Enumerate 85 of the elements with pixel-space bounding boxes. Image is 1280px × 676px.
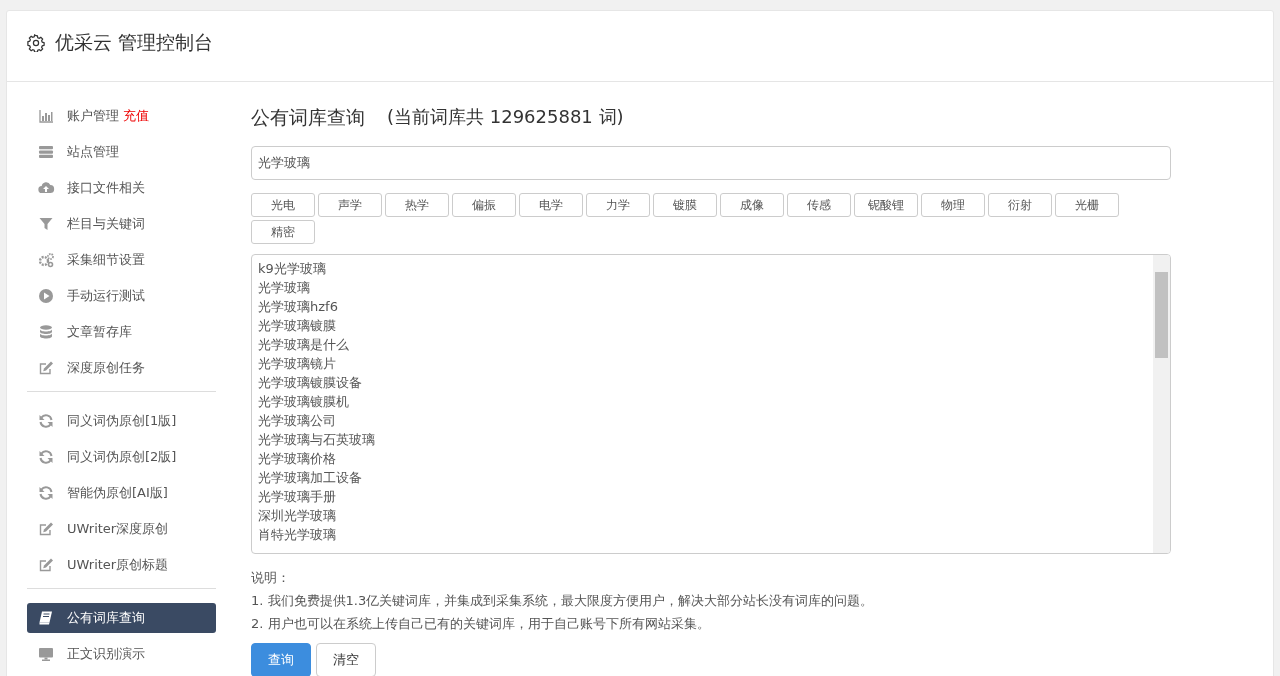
keyword-item: 光学玻璃与石英玻璃 [258,431,376,449]
category-tag[interactable]: 力学 [586,193,650,217]
monitor-icon [37,646,55,662]
edit-icon [37,557,55,573]
console-title: 优采云 管理控制台 [55,30,214,55]
sidebar-item[interactable]: 文章暂存库 [27,317,216,347]
refresh-icon [37,413,55,429]
sidebar-item[interactable]: 深度原创任务 [27,353,216,383]
sidebar-item[interactable]: UWriter原创标题 [27,550,216,580]
sidebar-label: 账户管理 [67,107,119,125]
category-tag[interactable]: 电学 [519,193,583,217]
recharge-link[interactable]: 充值 [123,107,149,125]
sidebar-item[interactable]: 站点管理 [27,137,216,167]
keyword-item: k9光学玻璃 [258,260,327,278]
keyword-item: 光学玻璃镀膜机 [258,393,350,411]
sidebar-item[interactable]: 手动运行测试 [27,281,216,311]
server-icon [37,144,55,160]
cloud-upload-icon [37,180,55,196]
sidebar-item[interactable]: 栏目与关键词 [27,209,216,239]
sidebar-label: 采集细节设置 [67,251,145,269]
note-text: 说明： [251,569,291,587]
category-tag[interactable]: 成像 [720,193,784,217]
category-tag[interactable]: 铌酸锂 [854,193,918,217]
scrollbar[interactable] [1153,255,1170,553]
word-count-text: (当前词库共 129625881 词) [387,105,624,129]
refresh-icon [37,485,55,501]
note-text: 1. 我们免费提供1.3亿关键词库，并集成到采集系统，最大限度方便用户，解决大部分站长没有词库的问题。 [251,592,875,610]
sidebar-item[interactable]: 账户管理 充值 [27,101,216,131]
edit-icon [37,360,55,376]
search-field[interactable]: 光学玻璃 [251,146,1171,180]
sidebar-item[interactable]: 采集细节设置 [27,245,216,275]
keyword-item: 肖特光学玻璃 [258,526,337,544]
edit-icon [37,521,55,537]
keyword-item: 光学玻璃镜片 [258,355,337,373]
category-tag[interactable]: 精密 [251,220,315,244]
keyword-item: 光学玻璃hzf6 [258,298,339,316]
sidebar-item[interactable]: 智能伪原创[AI版] [27,478,216,508]
keyword-item: 光学玻璃公司 [258,412,337,430]
keyword-item: 光学玻璃镀膜设备 [258,374,363,392]
sidebar-label: 站点管理 [67,143,119,161]
page-title: 公有词库查询 [251,105,365,130]
bar-chart-icon [37,108,55,124]
keyword-item: 光学玻璃镀膜 [258,317,337,335]
book-icon [37,610,55,626]
sidebar-item[interactable]: 接口文件相关 [27,173,216,203]
category-tag[interactable]: 光电 [251,193,315,217]
sidebar-item[interactable]: 公有词库查询 [27,603,216,633]
category-tag[interactable]: 镀膜 [653,193,717,217]
sidebar-label: 智能伪原创[AI版] [67,484,168,502]
sidebar-label: 栏目与关键词 [67,215,145,233]
category-tag[interactable]: 光栅 [1055,193,1119,217]
database-icon [37,324,55,340]
filter-icon [37,216,55,232]
category-tag[interactable]: 偏振 [452,193,516,217]
sidebar-item[interactable]: 正文识别演示 [27,639,216,669]
category-tag[interactable]: 物理 [921,193,985,217]
play-icon [37,288,55,304]
keyword-item: 光学玻璃加工设备 [258,469,363,487]
category-tag[interactable]: 热学 [385,193,449,217]
keyword-item: 深圳光学玻璃 [258,507,337,525]
sidebar-label: 深度原创任务 [67,359,145,377]
note-text: 2. 用户也可以在系统上传自己已有的关键词库，用于自己账号下所有网站采集。 [251,615,711,633]
sidebar-item[interactable]: 同义词伪原创[2版] [27,442,216,472]
sidebar-label: 同义词伪原创[1版] [67,412,177,430]
sidebar-label: 正文识别演示 [67,645,145,663]
category-tag[interactable]: 衍射 [988,193,1052,217]
clear-button[interactable]: 清空 [316,643,376,676]
keyword-item: 光学玻璃价格 [258,450,337,468]
refresh-icon [37,449,55,465]
category-tag[interactable]: 声学 [318,193,382,217]
sidebar-label: 接口文件相关 [67,179,145,197]
keyword-item: 光学玻璃是什么 [258,336,350,354]
sidebar-item[interactable]: 同义词伪原创[1版] [27,406,216,436]
keyword-item: 光学玻璃手册 [258,488,337,506]
sidebar-label: 文章暂存库 [67,323,132,341]
sidebar-item[interactable]: UWriter深度原创 [27,514,216,544]
settings-icon [27,34,45,52]
sidebar-label: 公有词库查询 [67,609,145,627]
sidebar-label: 同义词伪原创[2版] [67,448,177,466]
sidebar-label: UWriter原创标题 [67,556,169,574]
keyword-item: 光学玻璃 [258,279,311,297]
category-tag[interactable]: 传感 [787,193,851,217]
sidebar-label: UWriter深度原创 [67,520,169,538]
sidebar-label: 手动运行测试 [67,287,145,305]
results-list[interactable]: k9光学玻璃 光学玻璃 光学玻璃hzf6 光学玻璃镀膜 光学玻璃是什么 光学玻璃镜片 光学玻璃镀膜设备 光学玻璃镀膜机 光学玻璃公司 光学玻璃与石英玻璃 光学玻璃价格 光学玻璃加工设备 光学玻璃手册 深圳光学玻璃 肖特光学玻璃 [251,254,1171,554]
